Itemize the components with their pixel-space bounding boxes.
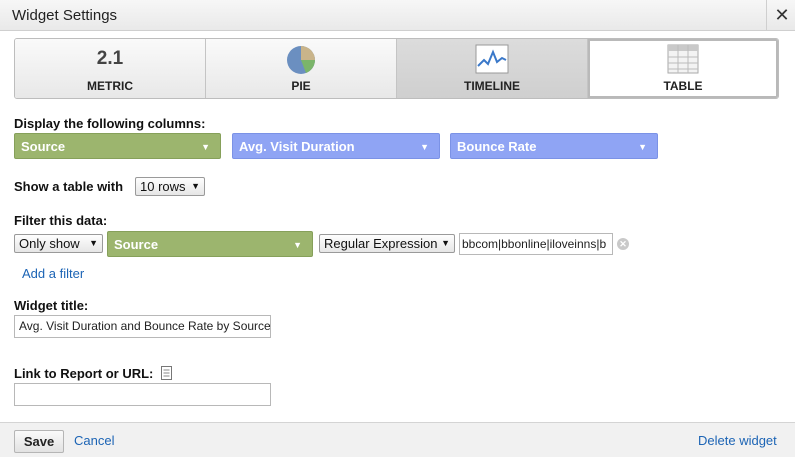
type-metric-button[interactable]: 2.1 METRIC xyxy=(15,39,206,98)
widget-type-selector: 2.1 METRIC PIE TIMELINE TABLE xyxy=(14,38,779,99)
widget-title-input[interactable]: Avg. Visit Duration and Bounce Rate by S… xyxy=(14,315,271,338)
type-timeline-label: TIMELINE xyxy=(464,79,520,93)
type-pie-button[interactable]: PIE xyxy=(206,39,397,98)
document-icon[interactable] xyxy=(161,366,172,383)
filter-label: Filter this data: xyxy=(14,213,108,228)
metric-icon: 2.1 xyxy=(96,48,124,69)
filter-match-type-value: Regular Expression xyxy=(324,236,438,251)
filter-dimension-value: Source xyxy=(114,237,159,252)
delete-widget-link[interactable]: Delete widget xyxy=(698,433,777,448)
titlebar-divider xyxy=(766,0,767,31)
table-icon xyxy=(667,44,699,77)
cancel-link[interactable]: Cancel xyxy=(74,433,114,448)
chevron-down-icon: ▼ xyxy=(201,142,210,152)
chevron-down-icon: ▼ xyxy=(420,142,429,152)
dialog-titlebar: Widget Settings ✕ xyxy=(0,0,795,31)
add-filter-link[interactable]: Add a filter xyxy=(22,266,84,281)
timeline-chart-icon xyxy=(475,44,509,77)
filter-mode-value: Only show xyxy=(19,236,80,251)
pie-chart-icon xyxy=(285,44,317,79)
filter-mode-select[interactable]: Only show ▼ xyxy=(14,234,103,253)
save-button[interactable]: Save xyxy=(14,430,64,453)
column-metric1-dropdown[interactable]: Avg. Visit Duration ▼ xyxy=(232,133,440,159)
rows-select-value: 10 rows xyxy=(140,179,186,194)
column-dimension-value: Source xyxy=(21,139,66,154)
chevron-down-icon: ▼ xyxy=(441,238,450,248)
chevron-down-icon: ▼ xyxy=(293,240,302,250)
type-metric-label: METRIC xyxy=(87,79,133,93)
chevron-down-icon: ▼ xyxy=(191,181,200,191)
type-pie-label: PIE xyxy=(291,79,311,93)
dialog-title: Widget Settings xyxy=(12,7,118,24)
chevron-down-icon: ▼ xyxy=(638,142,647,152)
column-metric2-dropdown[interactable]: Bounce Rate ▼ xyxy=(450,133,658,159)
column-metric1-value: Avg. Visit Duration xyxy=(239,139,355,154)
link-label: Link to Report or URL: xyxy=(14,366,154,381)
type-table-button[interactable]: TABLE xyxy=(588,39,778,98)
column-dimension-dropdown[interactable]: Source ▼ xyxy=(14,133,221,159)
link-url-input[interactable] xyxy=(14,383,271,406)
type-timeline-button[interactable]: TIMELINE xyxy=(397,39,588,98)
filter-dimension-dropdown[interactable]: Source ▼ xyxy=(107,231,313,257)
columns-label: Display the following columns: xyxy=(14,116,206,131)
chevron-down-icon: ▼ xyxy=(89,238,98,248)
close-icon[interactable]: ✕ xyxy=(772,5,792,25)
filter-match-type-select[interactable]: Regular Expression ▼ xyxy=(319,234,455,253)
widget-title-label: Widget title: xyxy=(14,298,89,313)
type-table-label: TABLE xyxy=(663,79,703,93)
column-metric2-value: Bounce Rate xyxy=(457,139,537,154)
dialog-footer: Save Cancel Delete widget xyxy=(0,422,795,457)
rows-select[interactable]: 10 rows ▼ xyxy=(135,177,205,196)
clear-filter-icon[interactable]: ✕ xyxy=(617,238,629,250)
rows-label: Show a table with xyxy=(14,179,124,194)
filter-expression-input[interactable]: bbcom|bbonline|iloveinns|b xyxy=(459,233,613,255)
